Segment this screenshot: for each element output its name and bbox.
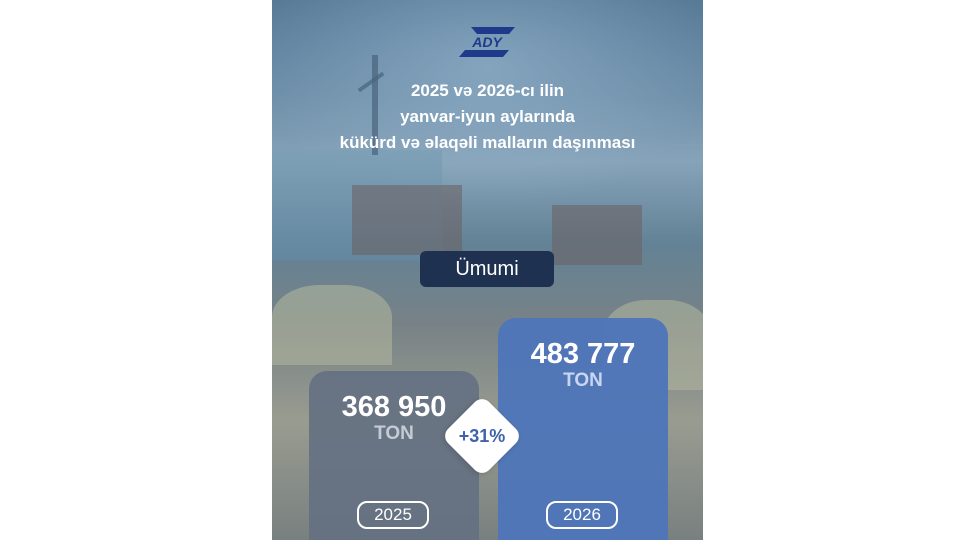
bar-2025: 368 950 TON 2025 <box>309 371 479 540</box>
total-badge: Ümumi <box>420 251 554 287</box>
bar-unit-2026: TON <box>563 370 603 391</box>
ady-logo: ADY <box>459 27 515 57</box>
logo-text: ADY <box>471 34 503 50</box>
growth-label: +31% <box>458 426 506 446</box>
bar-value-2025: 368 950 <box>341 391 447 423</box>
title-line-2: yanvar-iyun aylarında <box>400 107 575 126</box>
bar-value-2026: 483 777 <box>530 338 636 370</box>
year-label-2025: 2025 <box>357 501 429 529</box>
infographic-poster: ADY 2025 və 2026-cı ilin yanvar-iyun ayl… <box>272 0 703 540</box>
bar-2026: 483 777 TON 2026 <box>498 318 668 540</box>
chart-title: 2025 və 2026-cı ilin yanvar-iyun ayların… <box>272 78 703 156</box>
year-label-2026: 2026 <box>546 501 618 529</box>
title-line-1: 2025 və 2026-cı ilin <box>410 81 565 100</box>
title-line-3: kükürd və əlaqəli malların daşınması <box>339 133 636 152</box>
